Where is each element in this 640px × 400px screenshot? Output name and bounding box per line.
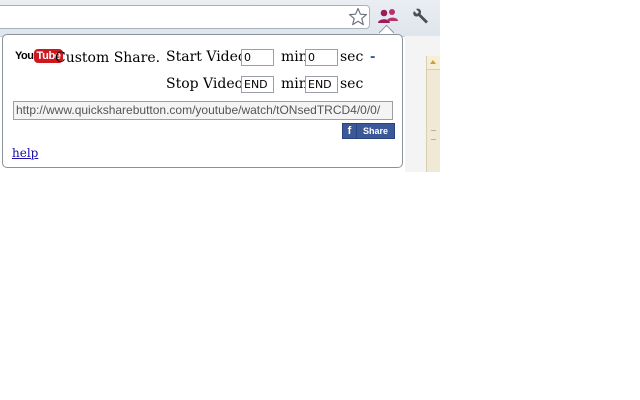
facebook-icon: f xyxy=(343,124,357,138)
start-sec-input[interactable] xyxy=(305,49,338,66)
facebook-share-button[interactable]: f Share xyxy=(342,123,395,139)
facebook-share-label: Share xyxy=(362,126,388,136)
wrench-icon[interactable] xyxy=(410,8,430,26)
address-bar[interactable] xyxy=(0,5,370,29)
stop-video-label: Stop Video: xyxy=(166,76,248,92)
stop-min-label: min xyxy=(281,76,308,92)
start-min-label: min xyxy=(281,49,308,65)
start-video-label: Start Video: xyxy=(166,49,252,65)
stop-min-input[interactable] xyxy=(241,76,274,93)
share-url-field[interactable]: http://www.quicksharebutton.com/youtube/… xyxy=(13,101,393,120)
custom-share-popup: YouTube Custom Share. Start Video: min s… xyxy=(2,34,403,168)
star-icon[interactable] xyxy=(348,7,368,27)
start-min-input[interactable] xyxy=(241,49,274,66)
popup-title: Custom Share. xyxy=(55,50,161,66)
scroll-grip[interactable] xyxy=(431,130,436,140)
browser-toolbar xyxy=(0,0,440,37)
scroll-up-button[interactable] xyxy=(427,56,440,70)
start-sec-label: sec xyxy=(340,49,364,65)
remove-row-link[interactable]: - xyxy=(370,50,375,65)
scrollbar[interactable] xyxy=(426,56,440,172)
stop-sec-label: sec xyxy=(340,76,364,92)
people-icon[interactable] xyxy=(377,8,399,26)
youtube-logo-you: You xyxy=(15,50,34,62)
stop-sec-input[interactable] xyxy=(305,76,338,93)
help-link[interactable]: help xyxy=(12,146,38,160)
